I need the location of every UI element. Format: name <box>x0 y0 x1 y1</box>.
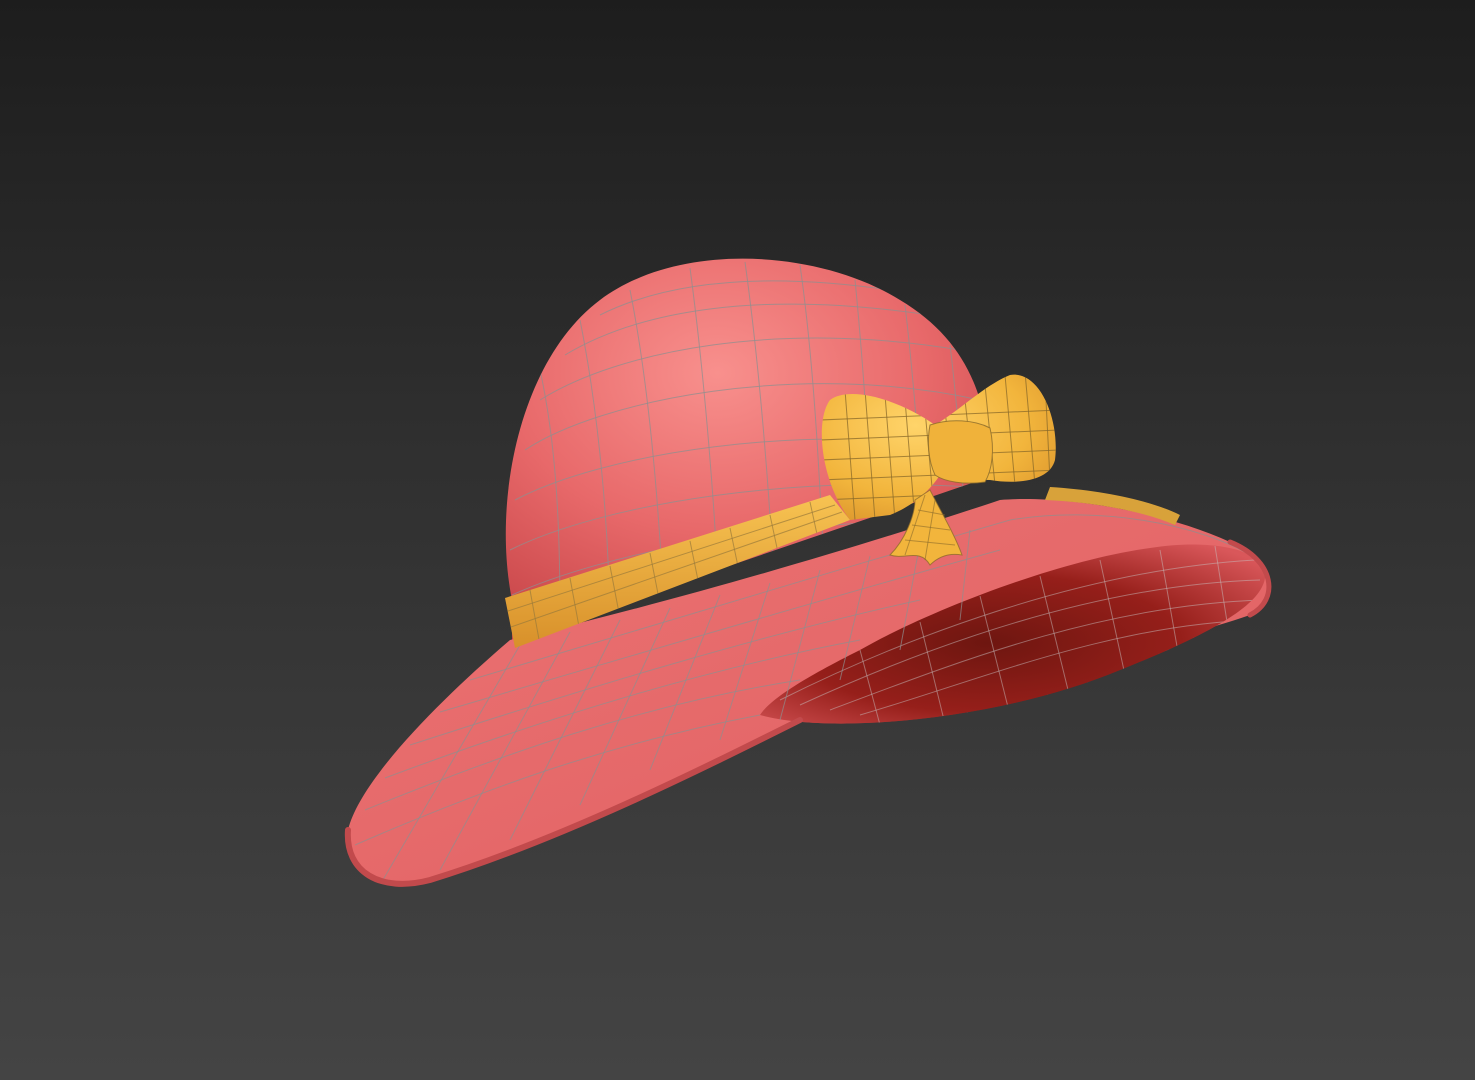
hat-model-render <box>344 258 1272 887</box>
3d-viewport[interactable] <box>0 0 1475 1080</box>
bow-knot <box>927 420 993 484</box>
